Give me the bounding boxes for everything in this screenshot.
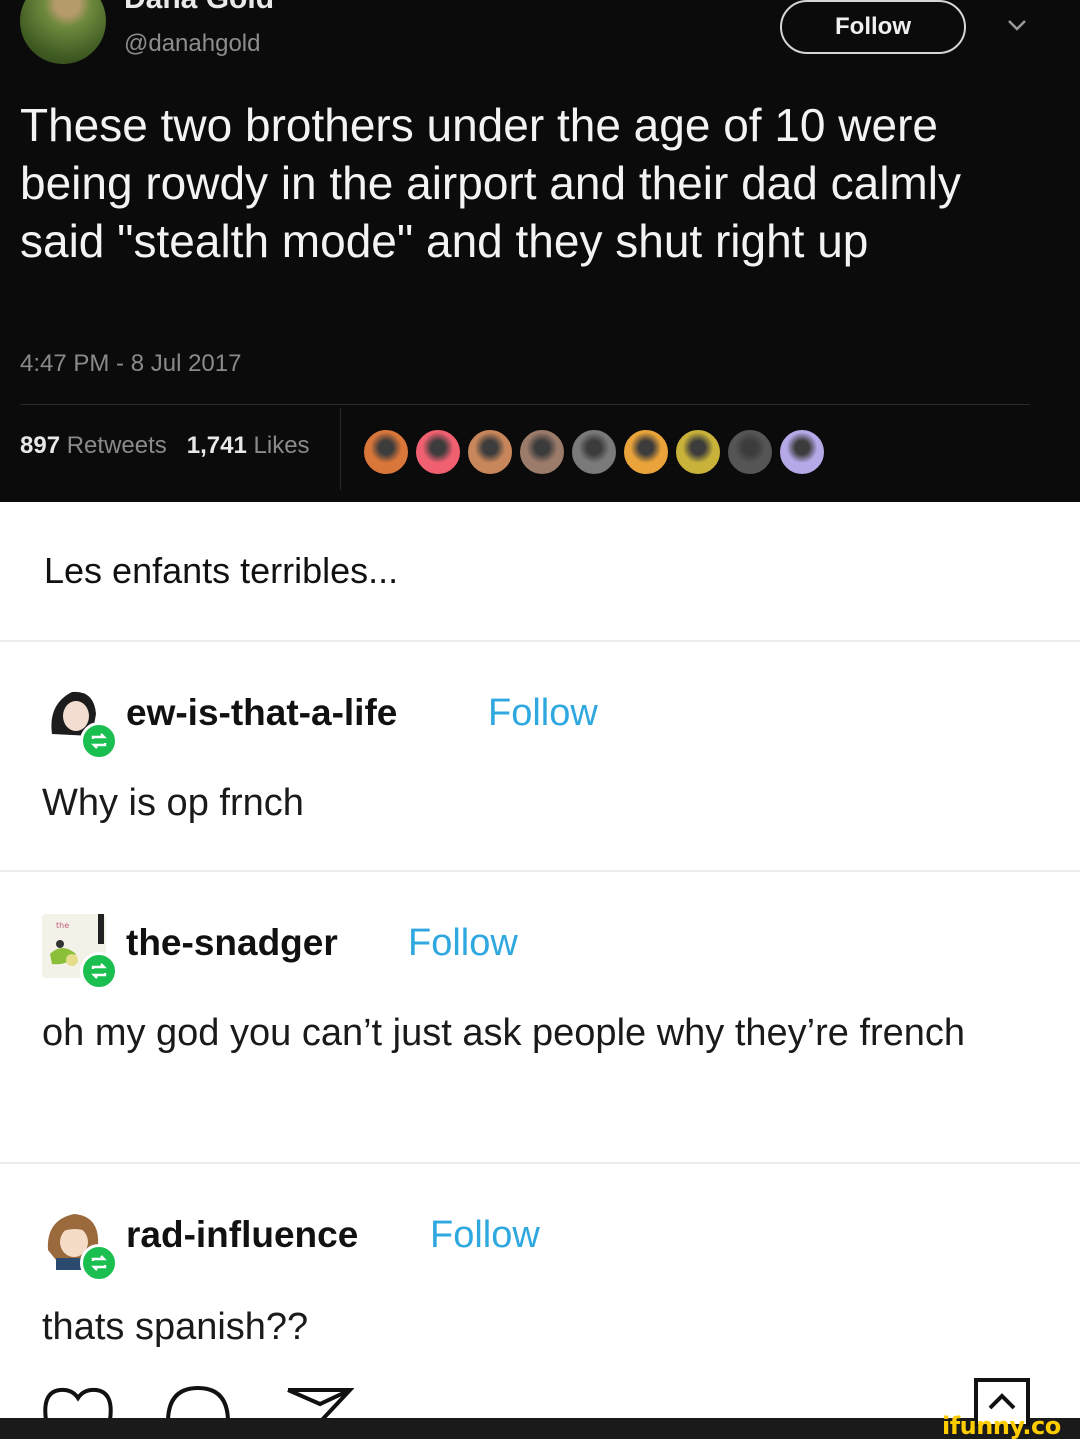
follow-button[interactable]: Follow bbox=[430, 1214, 540, 1257]
liker-avatar[interactable] bbox=[674, 428, 722, 476]
follow-button[interactable]: Follow bbox=[408, 922, 518, 965]
liker-avatar[interactable] bbox=[622, 428, 670, 476]
reblog-icon bbox=[80, 722, 118, 760]
liker-avatar[interactable] bbox=[466, 428, 514, 476]
chevron-down-icon[interactable] bbox=[1004, 14, 1030, 36]
tweet-card: Dana Gold @danahgold Follow These two br… bbox=[0, 0, 1080, 502]
reblog-username[interactable]: ew-is-that-a-life bbox=[126, 692, 397, 734]
tweet-author-handle[interactable]: @danahgold bbox=[124, 30, 260, 58]
like-count[interactable]: 1,741 bbox=[187, 432, 247, 459]
liker-avatar[interactable] bbox=[362, 428, 410, 476]
svg-text:the: the bbox=[56, 921, 69, 930]
reblog-icon bbox=[80, 952, 118, 990]
divider bbox=[0, 640, 1080, 642]
watermark-logo: ifunny.co bbox=[942, 1412, 1061, 1440]
tweet-text: These two brothers under the age of 10 w… bbox=[20, 99, 961, 267]
liker-avatar[interactable] bbox=[778, 428, 826, 476]
tweet-divider bbox=[20, 404, 1030, 405]
retweet-label[interactable]: Retweets bbox=[67, 432, 167, 459]
liker-avatar[interactable] bbox=[518, 428, 566, 476]
reblog-username[interactable]: rad-influence bbox=[126, 1214, 358, 1256]
liker-avatar[interactable] bbox=[570, 428, 618, 476]
retweet-count[interactable]: 897 bbox=[20, 432, 60, 459]
bottom-bar bbox=[0, 1418, 1080, 1439]
divider bbox=[0, 1162, 1080, 1164]
stats-separator bbox=[340, 408, 341, 490]
tweet-stats: 897 Retweets 1,741 Likes bbox=[20, 432, 310, 460]
like-label[interactable]: Likes bbox=[254, 432, 310, 459]
follow-button[interactable]: Follow bbox=[488, 692, 598, 735]
reblog-username[interactable]: the-snadger bbox=[126, 922, 338, 964]
post-caption: Les enfants terribles... bbox=[44, 550, 399, 591]
tweet-author-name[interactable]: Dana Gold bbox=[124, 0, 274, 16]
liker-avatar[interactable] bbox=[414, 428, 462, 476]
tweet-timestamp[interactable]: 4:47 PM - 8 Jul 2017 bbox=[20, 350, 241, 378]
tweet-follow-button[interactable]: Follow bbox=[780, 0, 966, 54]
tweet-avatar[interactable] bbox=[20, 0, 106, 64]
reblog-body: Why is op frnch bbox=[42, 782, 304, 824]
reblog-icon bbox=[80, 1244, 118, 1282]
divider bbox=[0, 870, 1080, 872]
reblog-body: oh my god you can’t just ask people why … bbox=[42, 1012, 966, 1054]
liker-avatar[interactable] bbox=[726, 428, 774, 476]
reblog-body: thats spanish?? bbox=[42, 1306, 309, 1348]
